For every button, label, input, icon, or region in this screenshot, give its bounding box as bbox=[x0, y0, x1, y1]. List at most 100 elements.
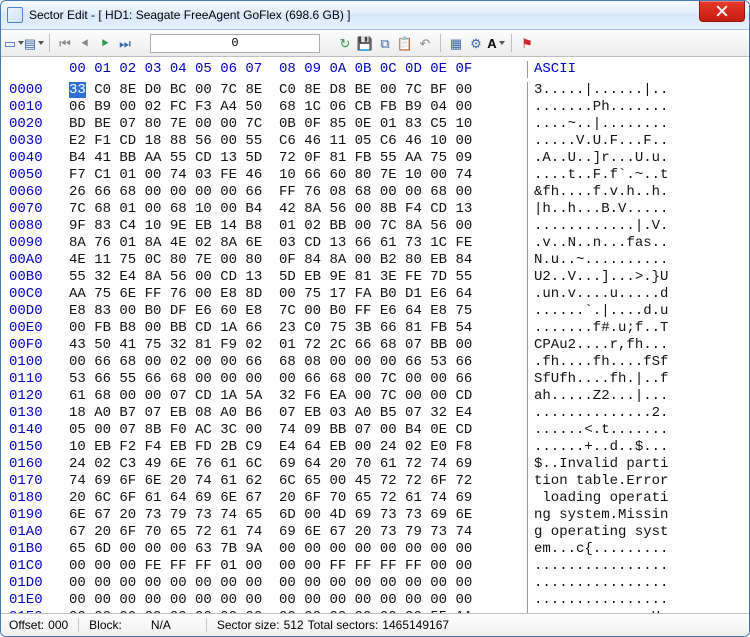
hex-body[interactable]: 000033 C0 8E D0 BC 00 7C 8E C0 8E D8 BE … bbox=[9, 82, 741, 613]
hex-row[interactable]: 0030E2 F1 CD 18 88 56 00 55 C6 46 11 05 … bbox=[9, 133, 741, 150]
tool-copy[interactable]: ⧉ bbox=[376, 34, 394, 52]
hex-bytes[interactable]: 00 FB B8 00 BB CD 1A 66 23 C0 75 3B 66 8… bbox=[69, 320, 525, 337]
hex-bytes[interactable]: BD BE 07 80 7E 00 00 7C 0B 0F 85 0E 01 8… bbox=[69, 116, 525, 133]
hex-row[interactable]: 011053 66 55 66 68 00 00 00 00 66 68 00 … bbox=[9, 371, 741, 388]
hex-row[interactable]: 01B065 6D 00 00 00 63 7B 9A 00 00 00 00 … bbox=[9, 541, 741, 558]
hex-ascii[interactable]: N.u..~.......... bbox=[534, 252, 668, 269]
hex-row[interactable]: 016024 02 C3 49 6E 76 61 6C 69 64 20 70 … bbox=[9, 456, 741, 473]
hex-row[interactable]: 017074 69 6F 6E 20 74 61 62 6C 65 00 45 … bbox=[9, 473, 741, 490]
hex-ascii[interactable]: ah.....Z2...|... bbox=[534, 388, 668, 405]
tool-save[interactable]: 💾 bbox=[356, 34, 374, 52]
hex-row[interactable]: 00C0AA 75 6E FF 76 00 E8 8D 00 75 17 FA … bbox=[9, 286, 741, 303]
hex-row[interactable]: 0040B4 41 BB AA 55 CD 13 5D 72 0F 81 FB … bbox=[9, 150, 741, 167]
hex-ascii[interactable]: ............|.V. bbox=[534, 218, 668, 235]
hex-bytes[interactable]: 00 00 00 FE FF FF 01 00 00 00 FF FF FF F… bbox=[69, 558, 525, 575]
hex-ascii[interactable]: em...c{......... bbox=[534, 541, 668, 558]
hex-bytes[interactable]: 06 B9 00 02 FC F3 A4 50 68 1C 06 CB FB B… bbox=[69, 99, 525, 116]
hex-bytes[interactable]: E2 F1 CD 18 88 56 00 55 C6 46 11 05 C6 4… bbox=[69, 133, 525, 150]
hex-ascii[interactable]: .v..N..n...fas.. bbox=[534, 235, 668, 252]
hex-bytes[interactable]: 05 00 07 8B F0 AC 3C 00 74 09 BB 07 00 B… bbox=[69, 422, 525, 439]
hex-bytes[interactable]: 4E 11 75 0C 80 7E 00 80 0F 84 8A 00 B2 8… bbox=[69, 252, 525, 269]
hex-ascii[interactable]: CPAu2....r,fh... bbox=[534, 337, 668, 354]
hex-row[interactable]: 014005 00 07 8B F0 AC 3C 00 74 09 BB 07 … bbox=[9, 422, 741, 439]
hex-bytes[interactable]: E8 83 00 B0 DF E6 60 E8 7C 00 B0 FF E6 6… bbox=[69, 303, 525, 320]
hex-ascii[interactable]: ..............2. bbox=[534, 405, 668, 422]
hex-ascii[interactable]: ................ bbox=[534, 592, 668, 609]
sector-number-input[interactable] bbox=[150, 34, 320, 53]
hex-row[interactable]: 018020 6C 6F 61 64 69 6E 67 20 6F 70 65 … bbox=[9, 490, 741, 507]
hex-ascii[interactable]: ......+..d..$... bbox=[534, 439, 668, 456]
hex-ascii[interactable]: ................ bbox=[534, 558, 668, 575]
hex-ascii[interactable]: .....V.U.F...F.. bbox=[534, 133, 668, 150]
nav-last[interactable]: ⏭ bbox=[116, 34, 134, 52]
hex-ascii[interactable]: |h..h...B.V..... bbox=[534, 201, 668, 218]
close-button[interactable] bbox=[699, 1, 745, 22]
hex-row[interactable]: 01A067 20 6F 70 65 72 61 74 69 6E 67 20 … bbox=[9, 524, 741, 541]
hex-row[interactable]: 006026 66 68 00 00 00 00 66 FF 76 08 68 … bbox=[9, 184, 741, 201]
hex-bytes[interactable]: 18 A0 B7 07 EB 08 A0 B6 07 EB 03 A0 B5 0… bbox=[69, 405, 525, 422]
hex-ascii[interactable]: .un.v....u.....d bbox=[534, 286, 668, 303]
hex-row[interactable]: 0020BD BE 07 80 7E 00 00 7C 0B 0F 85 0E … bbox=[9, 116, 741, 133]
hex-row[interactable]: 01906E 67 20 73 79 73 74 65 6D 00 4D 69 … bbox=[9, 507, 741, 524]
tool-options-1[interactable]: ▦ bbox=[447, 34, 465, 52]
hex-bytes[interactable]: 55 32 E4 8A 56 00 CD 13 5D EB 9E 81 3E F… bbox=[69, 269, 525, 286]
hex-row[interactable]: 00809F 83 C4 10 9E EB 14 B8 01 02 BB 00 … bbox=[9, 218, 741, 235]
hex-row[interactable]: 00A04E 11 75 0C 80 7E 00 80 0F 84 8A 00 … bbox=[9, 252, 741, 269]
hex-bytes[interactable]: 8A 76 01 8A 4E 02 8A 6E 03 CD 13 66 61 7… bbox=[69, 235, 525, 252]
hex-bytes[interactable]: AA 75 6E FF 76 00 E8 8D 00 75 17 FA B0 D… bbox=[69, 286, 525, 303]
hex-ascii[interactable]: ng system.Missin bbox=[534, 507, 668, 524]
hex-ascii[interactable]: U2..V...]...>.}U bbox=[534, 269, 668, 286]
hex-ascii[interactable]: .......f#.u;f..T bbox=[534, 320, 668, 337]
hex-bytes[interactable]: 7C 68 01 00 68 10 00 B4 42 8A 56 00 8B F… bbox=[69, 201, 525, 218]
hex-ascii[interactable]: loading operati bbox=[534, 490, 668, 507]
hex-row[interactable]: 01C000 00 00 FE FF FF 01 00 00 00 FF FF … bbox=[9, 558, 741, 575]
tool-paste[interactable]: 📋 bbox=[396, 34, 414, 52]
hex-row[interactable]: 010000 66 68 00 02 00 00 66 68 08 00 00 … bbox=[9, 354, 741, 371]
hex-row[interactable]: 015010 EB F2 F4 EB FD 2B C9 E4 64 EB 00 … bbox=[9, 439, 741, 456]
hex-row[interactable]: 001006 B9 00 02 FC F3 A4 50 68 1C 06 CB … bbox=[9, 99, 741, 116]
hex-row[interactable]: 01E000 00 00 00 00 00 00 00 00 00 00 00 … bbox=[9, 592, 741, 609]
titlebar[interactable]: Sector Edit - [ HD1: Seagate FreeAgent G… bbox=[1, 1, 749, 30]
hex-bytes[interactable]: 67 20 6F 70 65 72 61 74 69 6E 67 20 73 7… bbox=[69, 524, 525, 541]
hex-row[interactable]: 00E000 FB B8 00 BB CD 1A 66 23 C0 75 3B … bbox=[9, 320, 741, 337]
nav-prev[interactable]: ⯇ bbox=[76, 34, 94, 52]
hex-viewer[interactable]: 00 01 02 03 04 05 06 07 08 09 0A 0B 0C 0… bbox=[1, 57, 749, 613]
hex-row[interactable]: 00D0E8 83 00 B0 DF E6 60 E8 7C 00 B0 FF … bbox=[9, 303, 741, 320]
hex-row[interactable]: 00B055 32 E4 8A 56 00 CD 13 5D EB 9E 81 … bbox=[9, 269, 741, 286]
hex-bytes[interactable]: 20 6C 6F 61 64 69 6E 67 20 6F 70 65 72 6… bbox=[69, 490, 525, 507]
hex-ascii[interactable]: $..Invalid parti bbox=[534, 456, 668, 473]
hex-bytes[interactable]: 74 69 6F 6E 20 74 61 62 6C 65 00 45 72 7… bbox=[69, 473, 525, 490]
hex-row[interactable]: 012061 68 00 00 07 CD 1A 5A 32 F6 EA 00 … bbox=[9, 388, 741, 405]
hex-row[interactable]: 000033 C0 8E D0 BC 00 7C 8E C0 8E D8 BE … bbox=[9, 82, 741, 99]
hex-bytes[interactable]: 9F 83 C4 10 9E EB 14 B8 01 02 BB 00 7C 8… bbox=[69, 218, 525, 235]
hex-row[interactable]: 00F043 50 41 75 32 81 F9 02 01 72 2C 66 … bbox=[9, 337, 741, 354]
hex-bytes[interactable]: 10 EB F2 F4 EB FD 2B C9 E4 64 EB 00 24 0… bbox=[69, 439, 525, 456]
hex-ascii[interactable]: ................ bbox=[534, 575, 668, 592]
hex-bytes[interactable]: 24 02 C3 49 6E 76 61 6C 69 64 20 70 61 7… bbox=[69, 456, 525, 473]
hex-bytes[interactable]: 65 6D 00 00 00 63 7B 9A 00 00 00 00 00 0… bbox=[69, 541, 525, 558]
hex-ascii[interactable]: 3.....|......|.. bbox=[534, 82, 668, 99]
hex-row[interactable]: 01D000 00 00 00 00 00 00 00 00 00 00 00 … bbox=[9, 575, 741, 592]
tool-font[interactable]: A bbox=[487, 34, 505, 52]
tool-undo[interactable]: ↶ bbox=[416, 34, 434, 52]
hex-bytes[interactable]: 26 66 68 00 00 00 00 66 FF 76 08 68 00 0… bbox=[69, 184, 525, 201]
hex-bytes[interactable]: 00 66 68 00 02 00 00 66 68 08 00 00 00 6… bbox=[69, 354, 525, 371]
hex-ascii[interactable]: ......`.|....d.u bbox=[534, 303, 668, 320]
hex-bytes[interactable]: 00 00 00 00 00 00 00 00 00 00 00 00 00 0… bbox=[69, 575, 525, 592]
hex-ascii[interactable]: ......<.t....... bbox=[534, 422, 668, 439]
tool-options-2[interactable]: ⚙ bbox=[467, 34, 485, 52]
hex-bytes[interactable]: 61 68 00 00 07 CD 1A 5A 32 F6 EA 00 7C 0… bbox=[69, 388, 525, 405]
tool-refresh[interactable]: ↻ bbox=[336, 34, 354, 52]
hex-bytes[interactable]: 53 66 55 66 68 00 00 00 00 66 68 00 7C 0… bbox=[69, 371, 525, 388]
nav-first[interactable]: ⏮ bbox=[56, 34, 74, 52]
hex-bytes[interactable]: B4 41 BB AA 55 CD 13 5D 72 0F 81 FB 55 A… bbox=[69, 150, 525, 167]
hex-row[interactable]: 00908A 76 01 8A 4E 02 8A 6E 03 CD 13 66 … bbox=[9, 235, 741, 252]
tool-open-menu[interactable]: ▭ bbox=[5, 34, 23, 52]
hex-ascii[interactable]: tion table.Error bbox=[534, 473, 668, 490]
hex-row[interactable]: 0050F7 C1 01 00 74 03 FE 46 10 66 60 80 … bbox=[9, 167, 741, 184]
hex-bytes[interactable]: 00 00 00 00 00 00 00 00 00 00 00 00 00 0… bbox=[69, 592, 525, 609]
hex-ascii[interactable]: .......Ph....... bbox=[534, 99, 668, 116]
tool-flag[interactable]: ⚑ bbox=[518, 34, 536, 52]
hex-ascii[interactable]: ....~..|........ bbox=[534, 116, 668, 133]
hex-ascii[interactable]: SfUfh....fh.|..f bbox=[534, 371, 668, 388]
